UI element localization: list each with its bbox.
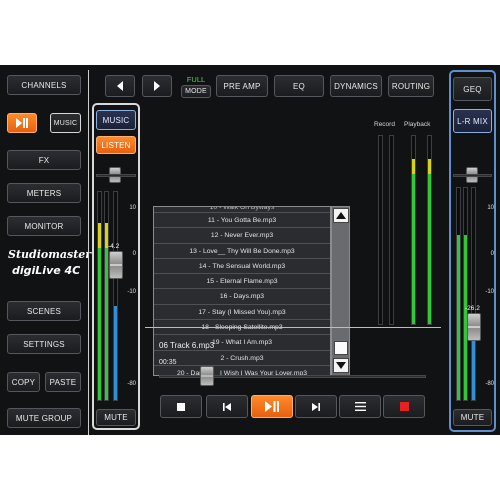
playlist-item[interactable]: 17 - Stay (I Missed You).mp3 xyxy=(154,304,330,321)
full-mode-label: FULL xyxy=(186,75,206,84)
master-pan-track xyxy=(453,174,492,177)
record-label: Record xyxy=(374,121,395,128)
scroll-down-button[interactable] xyxy=(333,358,349,373)
master-mute-button[interactable]: MUTE xyxy=(453,409,492,426)
brand-logo-line2: digiLive 4C xyxy=(12,264,81,277)
music-channel-button[interactable]: MUSIC xyxy=(96,110,136,130)
play-pause-button[interactable] xyxy=(251,395,293,418)
meters-button[interactable]: METERS xyxy=(7,183,81,203)
skip-forward-icon xyxy=(312,402,320,411)
master-scale-minus80: -80 xyxy=(485,381,494,387)
master-scale-0: 0 xyxy=(490,251,494,257)
player-divider xyxy=(145,327,441,328)
playlist-item[interactable]: 11 - You Gotta Be.mp3 xyxy=(154,213,330,229)
mute-group-button[interactable]: MUTE GROUP xyxy=(7,408,81,428)
music-scale-10: 10 xyxy=(129,205,136,211)
playlist-menu-button[interactable] xyxy=(339,395,381,418)
routing-tab[interactable]: ROUTING xyxy=(388,75,434,97)
playlist-item[interactable]: 15 - Eternal Flame.mp3 xyxy=(154,274,330,290)
playlist-item[interactable]: 2 - Crush.mp3 xyxy=(154,350,330,366)
next-track-button[interactable] xyxy=(295,395,337,418)
playlist-scrollbar[interactable] xyxy=(331,206,350,376)
playlist-item[interactable]: 12 - Never Ever.mp3 xyxy=(154,228,330,244)
master-scale-minus10: -10 xyxy=(485,289,494,295)
channels-button[interactable]: CHANNELS xyxy=(7,75,81,95)
paste-button[interactable]: PASTE xyxy=(45,372,81,392)
music-scale-0: 0 xyxy=(132,251,136,257)
stop-icon xyxy=(177,402,185,411)
fx-button[interactable]: FX xyxy=(7,150,81,170)
mode-button[interactable]: MODE xyxy=(181,85,211,98)
copy-button[interactable]: COPY xyxy=(7,372,40,392)
prev-channel-button[interactable] xyxy=(105,75,135,97)
pan-track xyxy=(96,174,136,177)
scroll-up-button[interactable] xyxy=(333,208,349,223)
playlist-item[interactable]: 13 - Love__ Thy Will Be Done.mp3 xyxy=(154,243,330,259)
play-pause-icon xyxy=(265,401,279,412)
current-time: 00:35 xyxy=(159,359,177,366)
record-icon xyxy=(399,402,409,411)
music-scale-minus80: -80 xyxy=(127,381,136,387)
geq-button[interactable]: GEQ xyxy=(453,77,492,101)
master-fader-handle[interactable] xyxy=(467,313,481,341)
playback-meter-left xyxy=(411,135,416,325)
music-meter-right xyxy=(104,191,109,401)
playlist-item[interactable]: 16 - Days.mp3 xyxy=(154,289,330,305)
menu-icon xyxy=(354,402,366,411)
listen-button[interactable]: LISTEN xyxy=(96,136,136,154)
master-meter-right xyxy=(463,187,468,401)
play-pause-icon xyxy=(16,118,28,128)
record-button[interactable] xyxy=(383,395,425,418)
next-channel-button[interactable] xyxy=(142,75,172,97)
scenes-button[interactable]: SCENES xyxy=(7,301,81,321)
music-scale-minus10: -10 xyxy=(127,289,136,295)
progress-thumb[interactable] xyxy=(200,366,215,386)
eq-tab[interactable]: EQ xyxy=(274,75,324,97)
brand-logo-line1: Studiomaster xyxy=(8,248,92,261)
progress-track[interactable] xyxy=(159,375,426,378)
skip-back-icon xyxy=(223,402,231,411)
stop-button[interactable] xyxy=(160,395,202,418)
music-meter-left xyxy=(97,191,102,401)
dynamics-tab[interactable]: DYNAMICS xyxy=(330,75,382,97)
record-meter-right xyxy=(389,135,394,325)
master-fader-track xyxy=(471,187,476,401)
settings-button[interactable]: SETTINGS xyxy=(7,334,81,354)
music-fader-track xyxy=(113,191,118,401)
lr-mix-button[interactable]: L-R MIX xyxy=(453,109,492,133)
playback-label: Playback xyxy=(404,121,431,128)
down-triangle-icon xyxy=(336,362,346,369)
left-arrow-icon xyxy=(117,81,123,91)
up-triangle-icon xyxy=(336,212,346,219)
scroll-thumb[interactable] xyxy=(334,341,348,355)
record-meter-left xyxy=(378,135,383,325)
playlist-item[interactable]: 14 - The Sensual World.mp3 xyxy=(154,258,330,275)
playback-meter-right xyxy=(427,135,432,325)
play-pause-music-button[interactable] xyxy=(7,113,37,133)
monitor-button[interactable]: MONITOR xyxy=(7,216,81,236)
music-fader-value: -4.2 xyxy=(108,243,120,250)
master-scale-10: 10 xyxy=(487,205,494,211)
mixer-screen: CHANNELS MUSIC FX METERS MONITOR Studiom… xyxy=(0,65,500,435)
playlist[interactable]: 10 - Walk On Byways 11 - You Gotta Be.mp… xyxy=(153,206,331,376)
sidebar-divider xyxy=(88,70,89,435)
master-meter-left xyxy=(456,187,461,401)
music-button[interactable]: MUSIC xyxy=(50,113,81,133)
master-fader-value: -26.2 xyxy=(465,305,480,312)
right-arrow-icon xyxy=(154,81,160,91)
current-track: 06 Track 6.mp3 xyxy=(159,341,215,350)
music-fader-handle[interactable] xyxy=(109,251,123,279)
music-mute-button[interactable]: MUTE xyxy=(96,409,136,426)
brand-logo: Studiomaster digiLive 4C xyxy=(8,248,92,290)
previous-track-button[interactable] xyxy=(206,395,248,418)
pre-amp-tab[interactable]: PRE AMP xyxy=(216,75,268,97)
